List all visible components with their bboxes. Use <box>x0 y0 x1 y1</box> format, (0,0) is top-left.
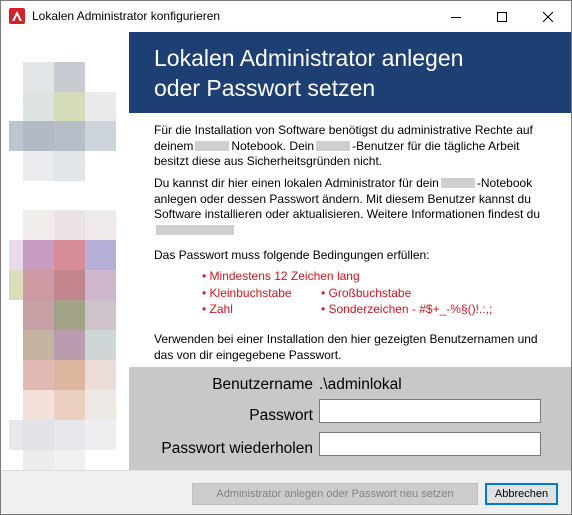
app-logo-icon <box>9 8 25 24</box>
credentials-form: Benutzername .\adminlokal Passwort Passw… <box>129 367 571 470</box>
username-value: .\adminlokal <box>319 376 402 393</box>
info-paragraph-4: Verwenden bei einer Installation den hie… <box>154 332 538 362</box>
redacted-link[interactable] <box>156 224 234 235</box>
sidebar-graphic <box>1 32 129 470</box>
redacted-text <box>440 178 475 188</box>
rule-lowercase: • Kleinbuchstabe <box>202 286 292 300</box>
username-label: Benutzername <box>212 376 313 393</box>
create-admin-button[interactable]: Administrator anlegen oder Passwort neu … <box>192 483 478 505</box>
dialog-window: Lokalen Administrator konfigurieren Loka… <box>0 0 572 515</box>
info-panel: Für die Installation von Software benöti… <box>129 113 571 367</box>
banner-title: Lokalen Administrator anlegen oder Passw… <box>154 43 564 103</box>
rule-uppercase: • Großbuchstabe <box>321 286 412 300</box>
rule-min-length: • Mindestens 12 Zeichen lang <box>202 269 360 283</box>
info-text: Du kannst dir hier einen lokalen Adminis… <box>154 176 439 190</box>
password-input[interactable] <box>319 399 541 423</box>
password-repeat-input[interactable] <box>319 432 541 456</box>
title-bar[interactable]: Lokalen Administrator konfigurieren <box>1 1 571 32</box>
redacted-text <box>195 140 230 151</box>
info-paragraph-2: Du kannst dir hier einen lokalen Adminis… <box>154 176 554 238</box>
redacted-text <box>316 140 351 151</box>
banner-title-line-2: oder Passwort setzen <box>154 75 376 101</box>
password-rules-heading: Das Passwort muss folgende Bedingungen e… <box>154 248 430 262</box>
password-repeat-label: Passwort wiederholen <box>161 440 313 457</box>
footer-divider <box>1 470 571 471</box>
password-label: Passwort <box>249 407 313 424</box>
info-paragraph-1: Für die Installation von Software benöti… <box>154 123 554 170</box>
rule-digit: • Zahl <box>202 302 233 316</box>
rule-special-chars: • Sonderzeichen - #$+_-%§()!.:,; <box>321 302 493 316</box>
window-title: Lokalen Administrator konfigurieren <box>32 9 221 23</box>
window-minimize-icon[interactable] <box>433 1 479 32</box>
window-close-icon[interactable] <box>525 1 571 32</box>
window-maximize-icon[interactable] <box>479 1 525 32</box>
cancel-button[interactable]: Abbrechen <box>485 483 558 505</box>
header-banner: Lokalen Administrator anlegen oder Passw… <box>129 32 571 113</box>
info-text: Notebook. Dein <box>231 138 315 153</box>
banner-title-line-1: Lokalen Administrator anlegen <box>154 45 464 71</box>
